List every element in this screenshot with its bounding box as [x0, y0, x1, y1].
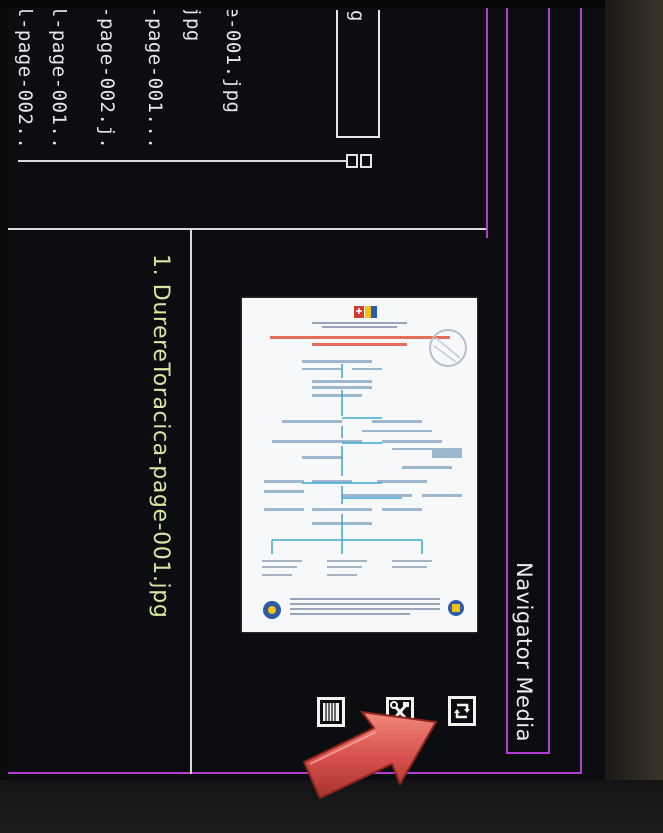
scrollbar-thumb[interactable] — [360, 154, 372, 168]
list-item[interactable]: e-001.jpg — [222, 10, 244, 113]
list-divider — [8, 228, 486, 230]
frame-line-inner — [486, 8, 488, 238]
scrollbar-thumb[interactable] — [346, 154, 358, 168]
file-list: l-page-002... l-page-001... -page-002.j.… — [10, 10, 250, 150]
document-preview-image — [262, 306, 467, 619]
list-scrollbar-track[interactable] — [18, 160, 348, 162]
monitor-bezel-right — [605, 0, 663, 833]
list-item[interactable]: l-page-001... — [48, 10, 70, 150]
navigator-frame-top — [506, 8, 508, 754]
list-item[interactable]: jpg — [182, 10, 204, 42]
screen-top-edge — [0, 0, 605, 8]
navigator-frame-edge — [548, 8, 550, 754]
selected-file-title: 1. DurereToracica-page-001.jpg — [148, 254, 173, 619]
document-preview[interactable] — [242, 298, 477, 632]
list-item[interactable]: l-page-002... — [14, 10, 36, 150]
navigator-media-title: Navigator Media — [512, 562, 536, 743]
navigator-frame-bottom — [506, 752, 550, 754]
frame-line-right — [580, 8, 582, 774]
list-item[interactable]: -page-002.j... — [96, 10, 118, 150]
frame-line-bottom — [8, 772, 582, 774]
rotate-icon — [454, 703, 470, 719]
red-arrow-annotation — [302, 710, 438, 800]
panel-divider — [190, 228, 192, 774]
search-input[interactable]: g — [336, 10, 380, 138]
search-input-value: g — [346, 10, 368, 22]
rotate-button[interactable] — [448, 696, 476, 726]
list-item[interactable]: -page-001... — [144, 10, 166, 149]
